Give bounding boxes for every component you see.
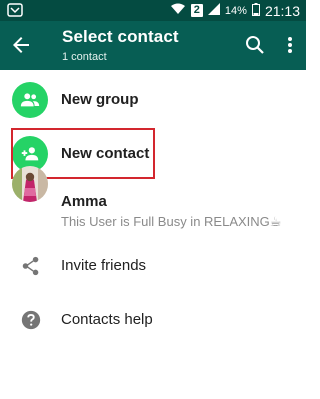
status-bar: 2 14% 21:13 xyxy=(0,0,306,21)
help-icon xyxy=(20,309,42,331)
search-icon[interactable] xyxy=(243,33,267,57)
contact-count: 1 contact xyxy=(62,51,107,63)
contact-status: This User is Full Busy in RELAXING☕ xyxy=(61,214,282,229)
new-group-label: New group xyxy=(61,91,139,108)
battery-percent: 14% xyxy=(224,4,247,17)
invite-friends-label: Invite friends xyxy=(61,257,147,274)
avatar xyxy=(12,166,48,202)
back-arrow-icon[interactable] xyxy=(9,33,33,57)
sim-slot-badge: 2 xyxy=(190,4,203,17)
contacts-help-label: Contacts help xyxy=(61,311,153,328)
share-icon xyxy=(20,255,42,277)
usb-debug-icon xyxy=(7,2,23,23)
clock: 21:13 xyxy=(264,2,300,19)
page-title: Select contact xyxy=(62,27,179,46)
contact-name: Amma xyxy=(61,193,107,210)
group-icon xyxy=(12,82,48,118)
battery-icon xyxy=(251,2,260,19)
app-bar: Select contact 1 contact xyxy=(0,21,306,70)
more-vert-icon[interactable] xyxy=(278,33,302,57)
contacts-help-row[interactable]: Contacts help xyxy=(0,295,306,350)
invite-friends-row[interactable]: Invite friends xyxy=(0,240,306,295)
signal-icon xyxy=(207,3,220,18)
wifi-icon xyxy=(170,3,186,18)
new-group-row[interactable]: New group xyxy=(0,72,306,127)
